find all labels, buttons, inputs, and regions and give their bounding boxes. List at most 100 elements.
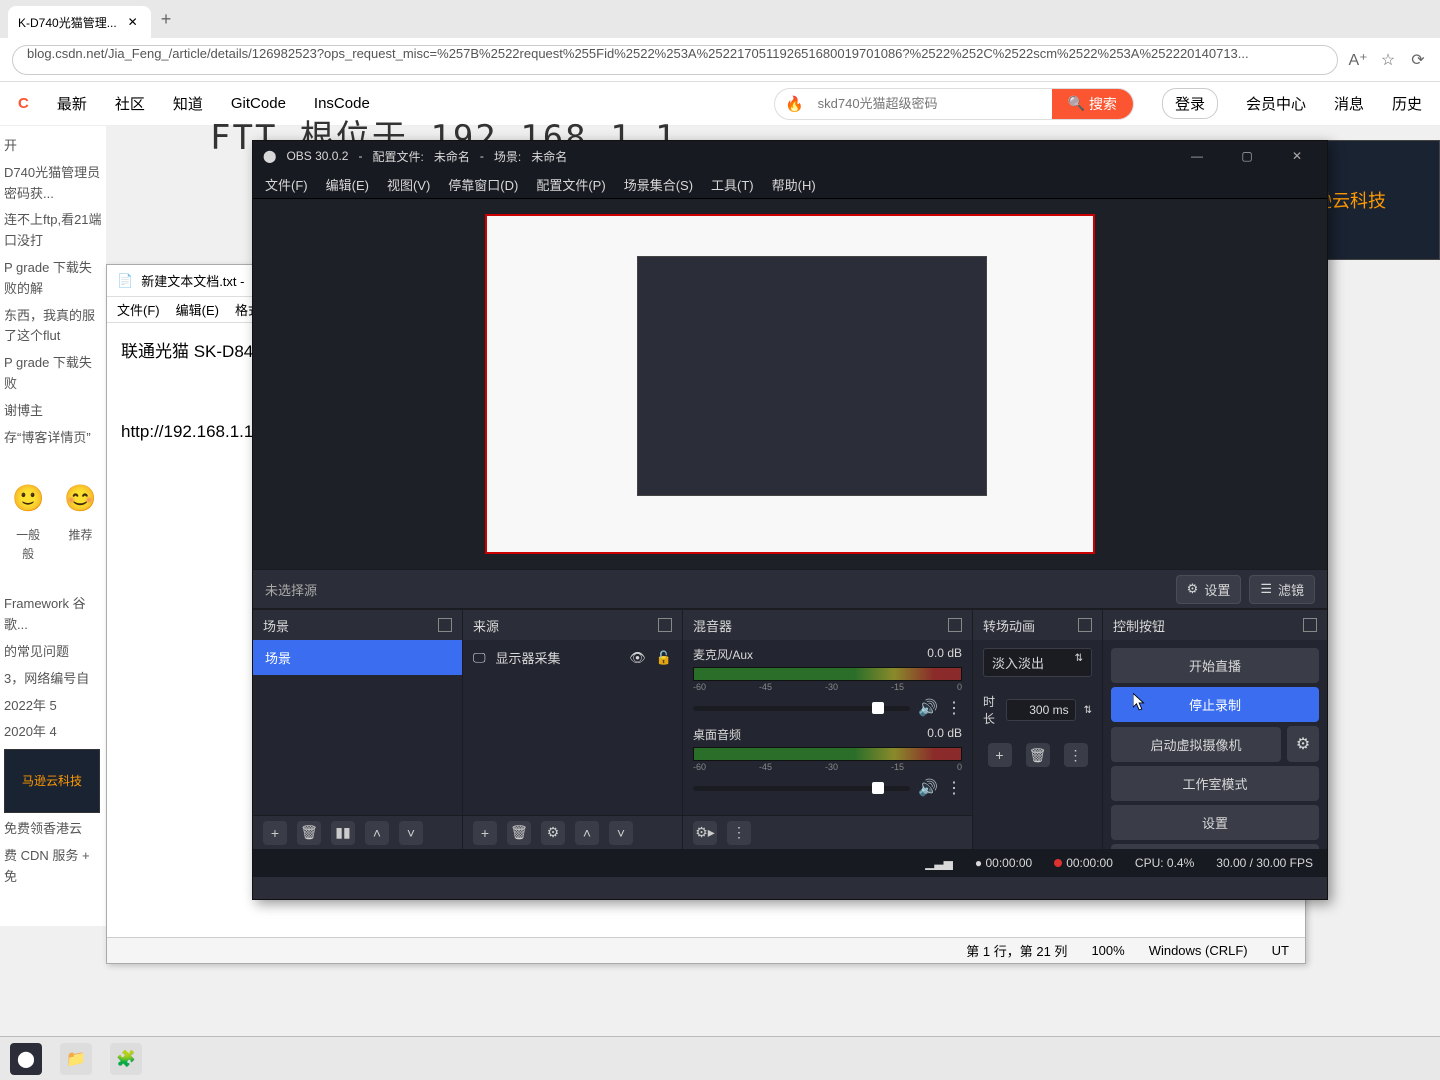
settings-button[interactable]: 设置 bbox=[1111, 805, 1319, 840]
move-up-button[interactable]: ˄ bbox=[365, 821, 389, 845]
add-transition-button[interactable]: + bbox=[988, 743, 1012, 767]
archive-year[interactable]: 2022年 5 bbox=[4, 696, 102, 717]
rate-good-icon[interactable]: 😊 bbox=[64, 478, 96, 520]
add-source-button[interactable]: + bbox=[473, 821, 497, 845]
display-icon: 🖵 bbox=[473, 650, 486, 666]
np-menu-file[interactable]: 文件(F) bbox=[117, 300, 160, 319]
vu-meter bbox=[693, 667, 962, 681]
no-selection-label: 未选择源 bbox=[265, 580, 317, 599]
cpu-usage: CPU: 0.4% bbox=[1135, 856, 1194, 870]
menu-view[interactable]: 视图(V) bbox=[387, 175, 430, 194]
speaker-icon[interactable]: 🔊 bbox=[918, 778, 938, 798]
login-button[interactable]: 登录 bbox=[1162, 88, 1218, 119]
gear-icon: ⚙ bbox=[1296, 734, 1310, 754]
popout-icon[interactable] bbox=[948, 618, 962, 632]
favorite-icon[interactable]: ☆ bbox=[1378, 50, 1398, 70]
volume-slider[interactable] bbox=[693, 786, 910, 791]
mixer-menu-button[interactable]: ⋮ bbox=[727, 821, 751, 845]
transition-select[interactable]: 淡入淡出 ⇅ bbox=[983, 648, 1092, 677]
remove-scene-button[interactable]: 🗑 bbox=[297, 821, 321, 845]
preview-area[interactable] bbox=[253, 199, 1327, 569]
close-button[interactable]: ✕ bbox=[1277, 141, 1317, 171]
source-item[interactable]: 🖵 显示器采集 👁 🔓 bbox=[463, 640, 682, 675]
more-icon[interactable]: ⋮ bbox=[946, 698, 962, 718]
refresh-icon[interactable]: ⟳ bbox=[1408, 50, 1428, 70]
menu-tools[interactable]: 工具(T) bbox=[711, 175, 754, 194]
history-link[interactable]: 历史 bbox=[1392, 93, 1422, 114]
search-icon: 🔍 bbox=[1068, 95, 1085, 112]
browser-tab[interactable]: K-D740光猫管理... ✕ bbox=[8, 6, 151, 38]
sidebar-text: P grade 下载失败 bbox=[4, 353, 102, 395]
move-down-button[interactable]: ˅ bbox=[609, 821, 633, 845]
spinner-icon[interactable]: ⇅ bbox=[1084, 705, 1092, 716]
start-stream-button[interactable]: 开始直播 bbox=[1111, 648, 1319, 683]
lock-icon[interactable]: 🔓 bbox=[656, 650, 672, 666]
virtual-cam-button[interactable]: 启动虚拟摄像机 bbox=[1111, 727, 1281, 762]
search-button[interactable]: 🔍 搜索 bbox=[1052, 89, 1133, 119]
taskbar: ⬤ 📁 🧩 bbox=[0, 1036, 1440, 1080]
stop-record-button[interactable]: 停止录制 bbox=[1111, 687, 1319, 722]
filter-icon: ☰ bbox=[1260, 581, 1272, 597]
studio-mode-button[interactable]: 工作室模式 bbox=[1111, 766, 1319, 801]
close-icon[interactable]: ✕ bbox=[125, 14, 141, 30]
search-input[interactable] bbox=[804, 96, 1052, 111]
source-filter-button[interactable]: ☰ 滤镜 bbox=[1249, 575, 1315, 604]
source-props-button[interactable]: ⚙ bbox=[541, 821, 565, 845]
menu-edit[interactable]: 编辑(E) bbox=[326, 175, 369, 194]
url-input[interactable]: blog.csdn.net/Jia_Feng_/article/details/… bbox=[12, 45, 1338, 75]
member-link[interactable]: 会员中心 bbox=[1246, 93, 1306, 114]
menu-profile[interactable]: 配置文件(P) bbox=[536, 175, 605, 194]
scene-item[interactable]: 场景 bbox=[253, 640, 462, 675]
nav-community[interactable]: 社区 bbox=[115, 93, 145, 114]
sidebar-text: 的常见问题 bbox=[4, 642, 102, 663]
msg-link[interactable]: 消息 bbox=[1334, 93, 1364, 114]
nav-zhidao[interactable]: 知道 bbox=[173, 93, 203, 114]
visibility-icon[interactable]: 👁 bbox=[629, 650, 646, 666]
scene-filter-button[interactable]: ▮▮ bbox=[331, 821, 355, 845]
read-aloud-icon[interactable]: A⁺ bbox=[1348, 50, 1368, 70]
vu-ticks: -60-45-30-150 bbox=[693, 762, 962, 772]
transition-menu-button[interactable]: ⋮ bbox=[1064, 743, 1088, 767]
popout-icon[interactable] bbox=[438, 618, 452, 632]
search-box: 🔥 🔍 搜索 bbox=[774, 88, 1134, 120]
rate-avg-icon[interactable]: 🙂 bbox=[12, 478, 44, 520]
archive-year[interactable]: 2020年 4 bbox=[4, 722, 102, 743]
obs-titlebar[interactable]: ⬤ OBS 30.0.2 - 配置文件: 未命名 - 场景: 未命名 — ▢ ✕ bbox=[253, 141, 1327, 171]
menu-file[interactable]: 文件(F) bbox=[265, 175, 308, 194]
mixer-adv-button[interactable]: ⚙▸ bbox=[693, 821, 717, 845]
taskbar-obs-icon[interactable]: ⬤ bbox=[10, 1043, 42, 1075]
popout-icon[interactable] bbox=[1303, 618, 1317, 632]
exit-button[interactable]: 退出 bbox=[1111, 844, 1319, 849]
np-menu-edit[interactable]: 编辑(E) bbox=[176, 300, 219, 319]
popout-icon[interactable] bbox=[1078, 618, 1092, 632]
duration-input[interactable] bbox=[1006, 699, 1076, 721]
channel-db: 0.0 dB bbox=[927, 646, 962, 663]
fps-counter: 30.00 / 30.00 FPS bbox=[1216, 856, 1313, 870]
volume-slider[interactable] bbox=[693, 706, 910, 711]
remove-transition-button[interactable]: 🗑 bbox=[1026, 743, 1050, 767]
source-settings-button[interactable]: ⚙ 设置 bbox=[1176, 575, 1242, 604]
csdn-logo[interactable]: C bbox=[18, 95, 29, 112]
taskbar-app-icon[interactable]: 🧩 bbox=[110, 1043, 142, 1075]
minimize-button[interactable]: — bbox=[1177, 141, 1217, 171]
docks-row: 场景 场景 + 🗑 ▮▮ ˄ ˅ 来源 🖵 显示器采集 👁 🔓 bbox=[253, 609, 1327, 849]
source-toolbar: 未选择源 ⚙ 设置 ☰ 滤镜 bbox=[253, 569, 1327, 609]
menu-help[interactable]: 帮助(H) bbox=[772, 175, 816, 194]
speaker-icon[interactable]: 🔊 bbox=[918, 698, 938, 718]
new-tab-button[interactable]: + bbox=[161, 9, 172, 30]
remove-source-button[interactable]: 🗑 bbox=[507, 821, 531, 845]
taskbar-explorer-icon[interactable]: 📁 bbox=[60, 1043, 92, 1075]
nav-latest[interactable]: 最新 bbox=[57, 93, 87, 114]
menu-dock[interactable]: 停靠窗口(D) bbox=[448, 175, 518, 194]
more-icon[interactable]: ⋮ bbox=[946, 778, 962, 798]
scenecol-label: 场景: bbox=[494, 148, 521, 165]
menu-scenes[interactable]: 场景集合(S) bbox=[624, 175, 693, 194]
move-down-button[interactable]: ˅ bbox=[399, 821, 423, 845]
add-scene-button[interactable]: + bbox=[263, 821, 287, 845]
preview-recursive bbox=[637, 256, 987, 496]
vcam-settings-button[interactable]: ⚙ bbox=[1287, 726, 1319, 762]
ad-thumb[interactable]: 马逊云科技 bbox=[4, 749, 100, 813]
popout-icon[interactable] bbox=[658, 618, 672, 632]
move-up-button[interactable]: ˄ bbox=[575, 821, 599, 845]
maximize-button[interactable]: ▢ bbox=[1227, 141, 1267, 171]
